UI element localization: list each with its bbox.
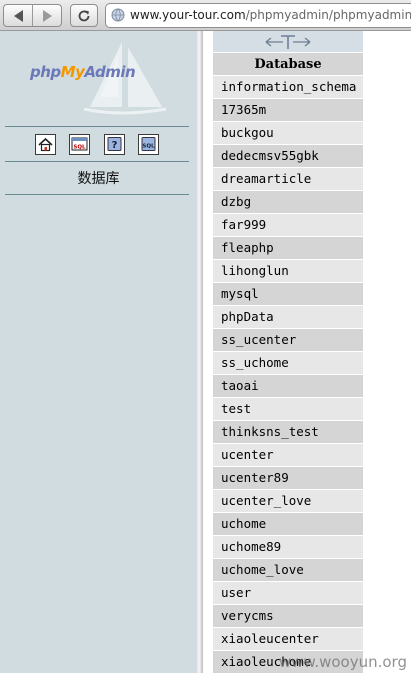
sql-icon: SQL bbox=[71, 137, 88, 151]
database-row[interactable]: test bbox=[213, 398, 363, 420]
database-row[interactable]: uchome89 bbox=[213, 536, 363, 558]
divider bbox=[5, 126, 189, 127]
database-row[interactable]: uchome_love bbox=[213, 559, 363, 581]
forward-button[interactable] bbox=[33, 5, 61, 26]
database-row[interactable]: ucenter bbox=[213, 444, 363, 466]
database-row[interactable]: dedecmsv55gbk bbox=[213, 145, 363, 167]
database-row[interactable]: taoai bbox=[213, 375, 363, 397]
database-row[interactable]: fleaphp bbox=[213, 237, 363, 259]
database-row[interactable]: buckgou bbox=[213, 122, 363, 144]
home-button[interactable] bbox=[35, 134, 56, 155]
database-row[interactable]: phpData bbox=[213, 306, 363, 328]
divider bbox=[5, 161, 189, 162]
history-buttons bbox=[3, 4, 62, 27]
svg-text:SQL: SQL bbox=[142, 144, 155, 150]
database-column-header[interactable]: Database bbox=[213, 53, 363, 75]
database-row[interactable]: information_schema bbox=[213, 76, 363, 98]
divider bbox=[5, 194, 189, 195]
navigation-frame bbox=[0, 31, 197, 673]
database-row[interactable]: thinksns_test bbox=[213, 421, 363, 443]
reload-button[interactable] bbox=[70, 4, 98, 27]
forward-arrow-icon bbox=[42, 9, 52, 22]
database-row[interactable]: ucenter89 bbox=[213, 467, 363, 489]
column-resize-row[interactable] bbox=[213, 31, 363, 52]
back-arrow-icon bbox=[13, 9, 23, 22]
database-row[interactable]: uchome bbox=[213, 513, 363, 535]
query-window-button[interactable]: SQL bbox=[69, 134, 90, 155]
back-button[interactable] bbox=[4, 5, 33, 26]
home-icon bbox=[38, 137, 53, 152]
sql-docs-button[interactable]: SQL bbox=[138, 134, 159, 155]
svg-text:SQL: SQL bbox=[73, 145, 86, 151]
database-row[interactable]: far999 bbox=[213, 214, 363, 236]
database-row[interactable]: dreamarticle bbox=[213, 168, 363, 190]
database-row[interactable]: xiaoleucenter bbox=[213, 628, 363, 650]
globe-icon bbox=[111, 8, 125, 22]
reload-icon bbox=[78, 10, 90, 21]
nav-databases-label: 数据库 bbox=[77, 171, 120, 187]
address-bar[interactable]: www.your-tour.com/phpmyadmin/phpmyadmin/ bbox=[105, 3, 411, 28]
url-text: www.your-tour.com/phpmyadmin/phpmyadmin/ bbox=[130, 8, 411, 22]
database-row[interactable]: verycms bbox=[213, 605, 363, 627]
database-row[interactable]: ss_ucenter bbox=[213, 329, 363, 351]
database-table-header: Database bbox=[213, 31, 363, 75]
watermark: www.wooyun.org bbox=[278, 653, 407, 671]
phpmyadmin-logo[interactable]: phpMyAdmin bbox=[30, 63, 136, 81]
horizontal-resize-icon bbox=[265, 34, 311, 49]
database-row[interactable]: dzbg bbox=[213, 191, 363, 213]
database-row[interactable]: mysql bbox=[213, 283, 363, 305]
database-row[interactable]: ucenter_love bbox=[213, 490, 363, 512]
browser-toolbar: www.your-tour.com/phpmyadmin/phpmyadmin/ bbox=[0, 0, 411, 31]
database-row[interactable]: 17365m bbox=[213, 99, 363, 121]
database-row[interactable]: lihonglun bbox=[213, 260, 363, 282]
url-path: /phpmyadmin/phpmyadmin/ bbox=[245, 8, 411, 22]
help-icon: ? bbox=[107, 137, 122, 151]
database-row[interactable]: user bbox=[213, 582, 363, 604]
database-row[interactable]: ss_uchome bbox=[213, 352, 363, 374]
svg-text:?: ? bbox=[112, 140, 118, 151]
url-host: www.your-tour.com bbox=[130, 8, 246, 22]
docs-icon: SQL bbox=[141, 137, 156, 151]
documentation-button[interactable]: ? bbox=[104, 134, 125, 155]
